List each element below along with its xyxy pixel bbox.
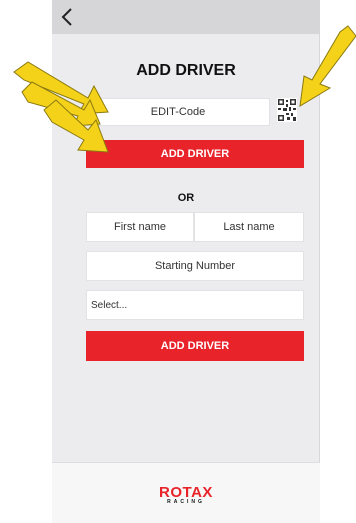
class-select-placeholder: Select...: [91, 299, 128, 311]
last-name-input[interactable]: Last name: [194, 212, 304, 242]
first-name-placeholder: First name: [114, 221, 166, 233]
chevron-left-icon: [61, 8, 72, 26]
starting-number-placeholder: Starting Number: [154, 260, 236, 272]
qr-code-icon[interactable]: [277, 98, 297, 122]
edit-code-input[interactable]: EDIT-Code: [86, 98, 270, 126]
first-name-input[interactable]: First name: [86, 212, 194, 242]
back-button[interactable]: [52, 2, 82, 32]
class-select[interactable]: Select...: [86, 290, 304, 320]
last-name-placeholder: Last name: [223, 221, 275, 233]
top-bar: [52, 0, 320, 34]
edit-code-placeholder: EDIT-Code: [150, 106, 206, 118]
add-driver-submit-button[interactable]: ADD DRIVER: [86, 331, 304, 361]
logo-subtext: RACING: [167, 499, 205, 505]
or-divider: OR: [177, 192, 195, 204]
starting-number-input[interactable]: Starting Number: [86, 251, 304, 281]
screen: ADD DRIVER EDIT-Code ADD DRIVER OR First…: [0, 0, 356, 523]
app-panel: ADD DRIVER EDIT-Code ADD DRIVER OR First…: [52, 0, 320, 523]
add-driver-by-code-button[interactable]: ADD DRIVER: [86, 140, 304, 168]
rotax-racing-logo: ROTAX RACING: [52, 484, 320, 505]
page-title: ADD DRIVER: [136, 62, 236, 79]
